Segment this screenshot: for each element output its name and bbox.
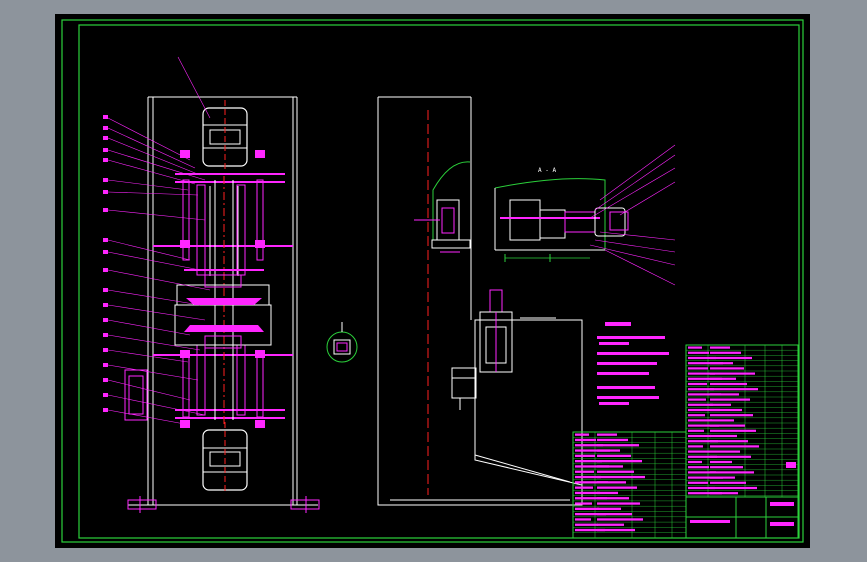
table-cell-text bbox=[710, 362, 733, 365]
cad-drawing-viewer[interactable]: A - A bbox=[0, 0, 867, 562]
table-cell-text bbox=[597, 486, 637, 489]
table-cell-text bbox=[688, 460, 702, 464]
table-cell-text bbox=[688, 445, 703, 448]
table-cell-text bbox=[710, 419, 734, 422]
table-cell-text bbox=[575, 486, 593, 489]
table-cell-text bbox=[710, 476, 735, 479]
table-cell-text bbox=[710, 372, 755, 375]
table-cell-text bbox=[688, 419, 712, 422]
table-cell-text bbox=[575, 433, 589, 436]
table-cell-text bbox=[575, 502, 592, 505]
table-cell-text bbox=[688, 481, 708, 484]
table-cell-text bbox=[575, 454, 595, 457]
table-cell-text bbox=[597, 528, 635, 532]
table-cell-text bbox=[710, 388, 758, 391]
table-cell-text bbox=[710, 460, 732, 464]
table-cell-text bbox=[710, 356, 752, 360]
table-cell-text bbox=[575, 518, 591, 521]
table-cell-text bbox=[688, 429, 704, 432]
table-cell-text bbox=[575, 491, 600, 495]
table-cell-text bbox=[575, 470, 594, 473]
table-cell-text bbox=[597, 475, 645, 479]
table-cell-text bbox=[710, 429, 756, 432]
table-cell-text bbox=[710, 466, 743, 469]
table-cell-text bbox=[597, 497, 629, 500]
table-cell-text bbox=[710, 450, 740, 453]
table-cell-text bbox=[710, 486, 757, 490]
table-cell-text bbox=[597, 518, 643, 521]
parts-list-table-left bbox=[572, 431, 687, 539]
table-cell-text bbox=[597, 438, 628, 442]
table-cell-text bbox=[710, 377, 736, 380]
table-cell-text bbox=[575, 438, 596, 442]
table-cell-text bbox=[710, 445, 759, 448]
table-cell-text bbox=[710, 471, 754, 474]
table-cell-text bbox=[575, 507, 599, 510]
table-cell-text bbox=[710, 440, 748, 443]
table-cell-text bbox=[688, 466, 709, 469]
table-cell-text bbox=[688, 403, 713, 406]
table-cell-text bbox=[688, 382, 707, 386]
table-cell-text bbox=[710, 346, 730, 349]
table-cell-text bbox=[710, 398, 750, 401]
table-cell-text bbox=[688, 351, 709, 354]
table-cell-text bbox=[688, 414, 705, 417]
table-cell-text bbox=[597, 460, 642, 463]
table-cell-text bbox=[597, 433, 617, 436]
table-cell-text bbox=[597, 507, 621, 510]
table-cell-text bbox=[710, 408, 742, 412]
table-cell-text bbox=[710, 481, 746, 484]
table-cell-text bbox=[710, 382, 747, 386]
table-cell-text bbox=[710, 403, 731, 406]
table-cell-text bbox=[688, 450, 710, 453]
table-cell-text bbox=[597, 523, 624, 526]
table-cell-text bbox=[597, 444, 639, 447]
table-cell-text bbox=[597, 465, 623, 468]
table-cell-text bbox=[597, 470, 634, 473]
table-cell-text bbox=[710, 434, 737, 438]
table-cell-text bbox=[710, 414, 753, 417]
section-label: A - A bbox=[538, 167, 556, 174]
table-cell-text bbox=[597, 502, 640, 505]
table-cell-text bbox=[710, 455, 751, 458]
table-cell-text bbox=[597, 491, 618, 495]
table-cell-text bbox=[710, 424, 745, 427]
table-cell-text bbox=[688, 398, 706, 401]
table-cell-text bbox=[597, 454, 631, 457]
table-cell-text bbox=[710, 367, 744, 370]
table-cell-text bbox=[688, 346, 702, 349]
table-cell-text bbox=[575, 523, 598, 526]
table-cell-text bbox=[688, 434, 711, 438]
table-cell-text bbox=[710, 393, 739, 396]
table-cell-text bbox=[597, 481, 626, 484]
table-cell-text bbox=[710, 492, 738, 495]
table-cell-text bbox=[597, 449, 620, 452]
table-cell-text bbox=[597, 513, 632, 516]
table-cell-text bbox=[688, 367, 708, 370]
table-cell-text bbox=[710, 351, 741, 354]
